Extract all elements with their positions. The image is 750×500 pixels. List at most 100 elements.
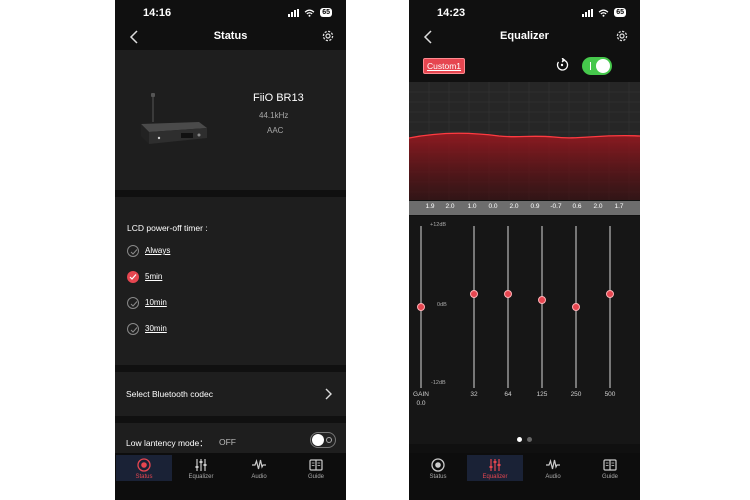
radio-30min[interactable] <box>127 323 139 335</box>
gain-value: 2.0 <box>509 203 519 210</box>
eq-enable-toggle[interactable] <box>582 57 612 75</box>
eq-sliders-panel: +12dB 0dB -12dB GAIN 0.0 32 64 125 250 500 1 <box>409 216 640 444</box>
reset-icon[interactable] <box>555 58 569 72</box>
page-dot[interactable] <box>517 437 522 442</box>
audio-icon <box>252 458 266 470</box>
low-latency-row: Low lantency mode： OFF <box>115 423 346 453</box>
gain-value: -0.7 <box>550 203 562 210</box>
option-5min-label[interactable]: 5min <box>145 272 162 281</box>
eq-band-track[interactable] <box>473 226 475 388</box>
eq-band-handle[interactable] <box>606 289 614 298</box>
nav-bar: Status <box>115 24 346 50</box>
status-icon <box>431 458 445 472</box>
preset-selector[interactable]: Custom1 <box>423 58 466 74</box>
scale-mid-label: 0dB <box>437 302 447 308</box>
equalizer-icon <box>195 459 207 471</box>
tab-guide[interactable]: Guide <box>288 455 344 481</box>
tab-equalizer-label: Equalizer <box>482 474 508 480</box>
option-always-label[interactable]: Always <box>145 246 170 255</box>
gain-value: 0.0 <box>488 203 498 210</box>
page-title: Status <box>213 30 248 42</box>
clock: 14:23 <box>437 7 466 19</box>
page-dot[interactable] <box>527 437 532 442</box>
eq-band-track[interactable] <box>609 226 611 388</box>
low-latency-toggle[interactable] <box>310 432 336 448</box>
tab-bar: Status Equalizer Audio Guide <box>115 453 346 500</box>
tab-guide-label: Guide <box>307 474 324 480</box>
scale-bottom-label: -12dB <box>431 380 446 386</box>
tab-guide[interactable]: Guide <box>582 455 638 481</box>
equalizer-icon <box>489 459 501 471</box>
device-name: FiiO BR13 <box>253 92 304 104</box>
eq-band-handle[interactable] <box>538 296 546 305</box>
gain-slider-handle[interactable] <box>417 303 425 311</box>
clock: 14:16 <box>143 7 172 19</box>
tab-audio[interactable]: Audio <box>231 455 287 481</box>
status-screen: 14:16 65 Status FiiO BR13 44.1kHz AAC LC… <box>115 0 346 500</box>
tab-equalizer[interactable]: Equalizer <box>173 455 229 481</box>
system-icons: 65 <box>288 8 332 17</box>
low-latency-value: OFF <box>219 437 236 447</box>
page-indicator <box>409 437 640 442</box>
audio-icon <box>546 458 560 470</box>
lcd-timer-title: LCD power-off timer : <box>127 223 208 233</box>
gain-slider-value: 0.0 <box>416 400 426 407</box>
tab-status-label: Status <box>135 474 153 480</box>
gain-values-strip: 1.9 2.0 1.0 0.0 2.0 0.9 -0.7 0.6 2.0 1.7 <box>409 201 640 215</box>
page-title: Equalizer <box>500 30 549 42</box>
status-bar: 14:16 65 <box>115 0 346 24</box>
guide-icon <box>309 459 323 471</box>
lcd-timer-card: LCD power-off timer : Always 5min 10min … <box>115 197 346 365</box>
tab-audio[interactable]: Audio <box>525 455 581 481</box>
device-card: FiiO BR13 44.1kHz AAC <box>115 50 346 190</box>
equalizer-screen: 14:23 65 Equalizer Custom1 1.9 2.0 1.0 0… <box>409 0 640 500</box>
settings-gear-icon[interactable] <box>320 28 336 44</box>
tab-status[interactable]: Status <box>116 455 172 481</box>
eq-band-frequency: 125 <box>536 391 548 398</box>
tab-bar: Status Equalizer Audio Guide <box>409 453 640 500</box>
eq-curve-graph <box>409 82 640 200</box>
eq-band-handle[interactable] <box>504 289 512 298</box>
low-latency-label: Low lantency mode： <box>126 438 208 448</box>
settings-gear-icon[interactable] <box>614 28 630 44</box>
bluetooth-codec-row[interactable]: Select Bluetooth codec <box>115 372 346 416</box>
gain-value: 0.9 <box>530 203 540 210</box>
eq-band-track[interactable] <box>507 226 509 388</box>
eq-band-handle[interactable] <box>572 303 580 311</box>
sample-rate: 44.1kHz <box>259 111 289 120</box>
eq-band-frequency: 1 <box>632 391 640 398</box>
battery-icon: 65 <box>320 8 332 17</box>
guide-icon <box>603 459 617 471</box>
gain-slider-label: GAIN <box>413 391 429 398</box>
gain-value: 1.0 <box>467 203 477 210</box>
eq-band-frequency: 64 <box>504 391 512 398</box>
radio-10min[interactable] <box>127 297 139 309</box>
eq-band-track[interactable] <box>541 226 543 388</box>
gain-value: 0.6 <box>572 203 582 210</box>
option-10min-label[interactable]: 10min <box>145 298 167 307</box>
tab-guide-label: Guide <box>601 474 618 480</box>
nav-bar: Equalizer <box>409 24 640 50</box>
eq-band-frequency: 250 <box>570 391 582 398</box>
tab-equalizer-label: Equalizer <box>188 474 214 480</box>
signal-icon <box>582 8 594 17</box>
option-30min-label[interactable]: 30min <box>145 324 167 333</box>
scale-top-label: +12dB <box>430 222 447 228</box>
tab-audio-label: Audio <box>251 474 267 480</box>
status-icon <box>137 458 151 472</box>
system-icons: 65 <box>582 8 626 17</box>
device-codec: AAC <box>267 126 284 135</box>
radio-always[interactable] <box>127 245 139 257</box>
eq-band-frequency: 32 <box>470 391 478 398</box>
bluetooth-codec-label: Select Bluetooth codec <box>126 389 213 399</box>
tab-status[interactable]: Status <box>410 455 466 481</box>
gain-value: 2.0 <box>593 203 603 210</box>
gain-value: 1.9 <box>425 203 435 210</box>
device-image <box>141 93 207 144</box>
status-bar: 14:23 65 <box>409 0 640 24</box>
battery-icon: 65 <box>614 8 626 17</box>
tab-equalizer[interactable]: Equalizer <box>467 455 523 481</box>
radio-5min[interactable] <box>127 271 139 283</box>
tab-status-label: Status <box>429 474 447 480</box>
eq-band-handle[interactable] <box>470 290 478 299</box>
